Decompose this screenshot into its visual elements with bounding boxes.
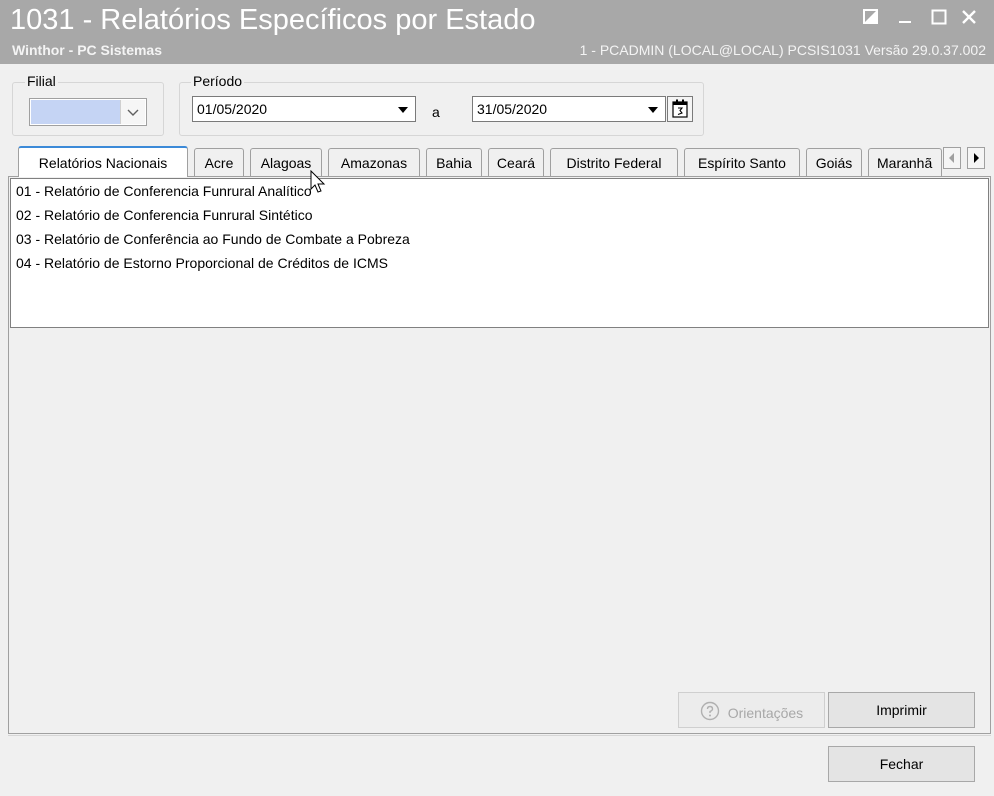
filial-label: Filial bbox=[25, 73, 58, 89]
period-separator: a bbox=[432, 104, 440, 120]
imprimir-label: Imprimir bbox=[876, 702, 927, 718]
tabs-scroll-right-icon[interactable] bbox=[967, 147, 985, 169]
tab-distrito-federal[interactable]: Distrito Federal bbox=[550, 148, 678, 176]
tab-maranhao[interactable]: Maranhã bbox=[868, 148, 942, 176]
filial-select[interactable] bbox=[29, 98, 147, 126]
imprimir-button[interactable]: Imprimir bbox=[828, 692, 975, 728]
mouse-cursor-icon bbox=[310, 169, 326, 194]
state-tabs: Relatórios Nacionais Acre Alagoas Amazon… bbox=[12, 146, 992, 177]
report-list[interactable]: 01 - Relatório de Conferencia Funrural A… bbox=[10, 178, 989, 328]
list-item[interactable]: 04 - Relatório de Estorno Proporcional d… bbox=[16, 255, 388, 271]
close-icon[interactable] bbox=[958, 6, 980, 28]
tab-amazonas[interactable]: Amazonas bbox=[328, 148, 420, 176]
fechar-label: Fechar bbox=[879, 756, 924, 772]
tab-bahia[interactable]: Bahia bbox=[426, 148, 482, 176]
session-info: 1 - PCADMIN (LOCAL@LOCAL) PCSIS1031 Vers… bbox=[579, 42, 986, 58]
tab-goias[interactable]: Goiás bbox=[806, 148, 862, 176]
tab-espirito-santo[interactable]: Espírito Santo bbox=[684, 148, 800, 176]
restore-icon[interactable] bbox=[860, 6, 882, 28]
tab-acre[interactable]: Acre bbox=[194, 148, 244, 176]
app-name: Winthor - PC Sistemas bbox=[12, 42, 163, 58]
list-item[interactable]: 02 - Relatório de Conferencia Funrural S… bbox=[16, 207, 313, 223]
orientacoes-button[interactable]: Orientações bbox=[678, 692, 825, 728]
tab-ceara[interactable]: Ceará bbox=[488, 148, 544, 176]
minimize-icon[interactable] bbox=[894, 6, 916, 28]
tabs-scroll-left-icon[interactable] bbox=[943, 147, 961, 169]
start-date-value: 01/05/2020 bbox=[197, 101, 268, 117]
calendar-icon[interactable] bbox=[667, 96, 693, 122]
orientacoes-label: Orientações bbox=[727, 704, 804, 721]
maximize-icon[interactable] bbox=[928, 6, 950, 28]
list-item[interactable]: 01 - Relatório de Conferencia Funrural A… bbox=[16, 183, 312, 199]
tab-relatorios-nacionais[interactable]: Relatórios Nacionais bbox=[18, 146, 188, 177]
end-date-value: 31/05/2020 bbox=[477, 101, 548, 117]
chevron-down-icon[interactable] bbox=[120, 100, 145, 124]
start-date-dropdown-icon[interactable] bbox=[391, 97, 415, 121]
start-date-field[interactable]: 01/05/2020 bbox=[192, 96, 416, 122]
filial-selection-highlight bbox=[31, 100, 121, 124]
footer-divider bbox=[8, 735, 991, 736]
help-icon bbox=[700, 701, 720, 724]
window-title: 1031 - Relatórios Específicos por Estado bbox=[10, 4, 536, 36]
periodo-label: Período bbox=[191, 73, 245, 89]
end-date-dropdown-icon[interactable] bbox=[641, 97, 665, 121]
fechar-button[interactable]: Fechar bbox=[828, 746, 975, 782]
list-item[interactable]: 03 - Relatório de Conferência ao Fundo d… bbox=[16, 231, 410, 247]
title-bar: 1031 - Relatórios Específicos por Estado… bbox=[0, 0, 994, 64]
end-date-field[interactable]: 31/05/2020 bbox=[472, 96, 666, 122]
